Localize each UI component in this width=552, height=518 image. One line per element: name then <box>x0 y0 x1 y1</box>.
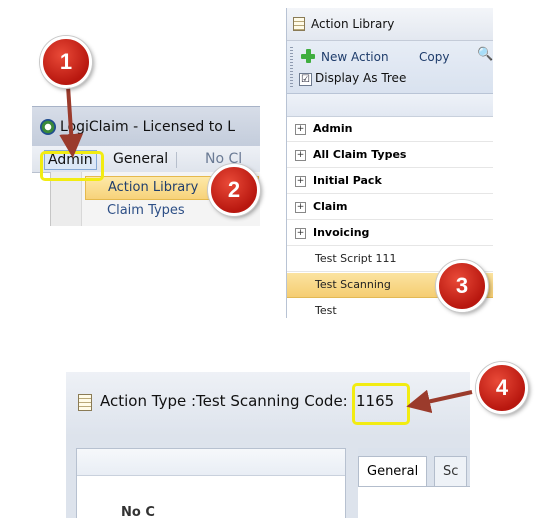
main-window-title: LogiClaim - Licensed to L <box>60 119 236 135</box>
list-item-label: Test Script 111 <box>315 252 397 265</box>
tab-general[interactable]: General <box>358 456 428 487</box>
menu-general[interactable]: General <box>110 150 171 168</box>
action-type-title: Action Type :Test Scanning Code: <box>100 392 348 410</box>
menu-separator <box>176 152 177 168</box>
expand-icon[interactable]: + <box>295 124 306 135</box>
copy-button[interactable]: Copy <box>419 50 449 64</box>
callout-3: 3 <box>436 260 488 312</box>
action-library-title: Action Library <box>311 17 395 31</box>
highlight-code-value <box>352 383 410 425</box>
add-icon[interactable] <box>301 49 315 63</box>
display-as-tree-label: Display As Tree <box>315 71 407 85</box>
tree-node-label: Initial Pack <box>313 174 382 187</box>
highlight-admin-menu <box>40 151 104 181</box>
new-action-button[interactable]: New Action <box>321 50 389 64</box>
tree-node-label: Invoicing <box>313 226 370 239</box>
callout-4: 4 <box>476 362 528 414</box>
tree-node-all-claim-types[interactable]: + All Claim Types <box>287 143 493 168</box>
toolbar-grip[interactable] <box>290 47 293 87</box>
expand-icon[interactable]: + <box>295 176 306 187</box>
expand-icon[interactable]: + <box>295 202 306 213</box>
expand-icon[interactable]: + <box>295 150 306 161</box>
tree-node-label: Claim <box>313 200 348 213</box>
callout-1: 1 <box>40 36 92 88</box>
expand-icon[interactable]: + <box>295 228 306 239</box>
tree-node-claim[interactable]: + Claim <box>287 195 493 220</box>
tree-node-admin[interactable]: + Admin <box>287 117 493 142</box>
logiclaim-logo-icon <box>40 119 56 135</box>
tools-icon[interactable]: 🔍 <box>477 47 493 62</box>
tab-content <box>358 486 470 518</box>
tab-second[interactable]: Sc <box>434 456 468 487</box>
document-icon <box>78 394 92 411</box>
tree-header-row <box>287 94 493 117</box>
list-item-label: Test Scanning <box>315 278 391 291</box>
callout-2: 2 <box>208 164 260 216</box>
main-titlebar: LogiClaim - Licensed to L <box>32 106 260 147</box>
tree-node-label: Admin <box>313 122 353 135</box>
tree-node-label: All Claim Types <box>313 148 407 161</box>
action-library-titlebar: Action Library <box>287 8 493 41</box>
action-type-tabs: General Sc <box>358 448 470 518</box>
action-type-list-panel: No C <box>76 448 346 518</box>
list-panel-partial-text: No C <box>121 505 155 518</box>
document-icon <box>293 17 305 31</box>
list-item-label: Test <box>315 304 337 317</box>
display-as-tree-checkbox[interactable]: ☑ <box>299 73 312 86</box>
tree-node-initial-pack[interactable]: + Initial Pack <box>287 169 493 194</box>
tree-node-invoicing[interactable]: + Invoicing <box>287 221 493 246</box>
list-panel-header <box>77 449 345 476</box>
action-library-toolbar: New Action Copy 🔍 ☑ Display As Tree <box>287 41 493 94</box>
